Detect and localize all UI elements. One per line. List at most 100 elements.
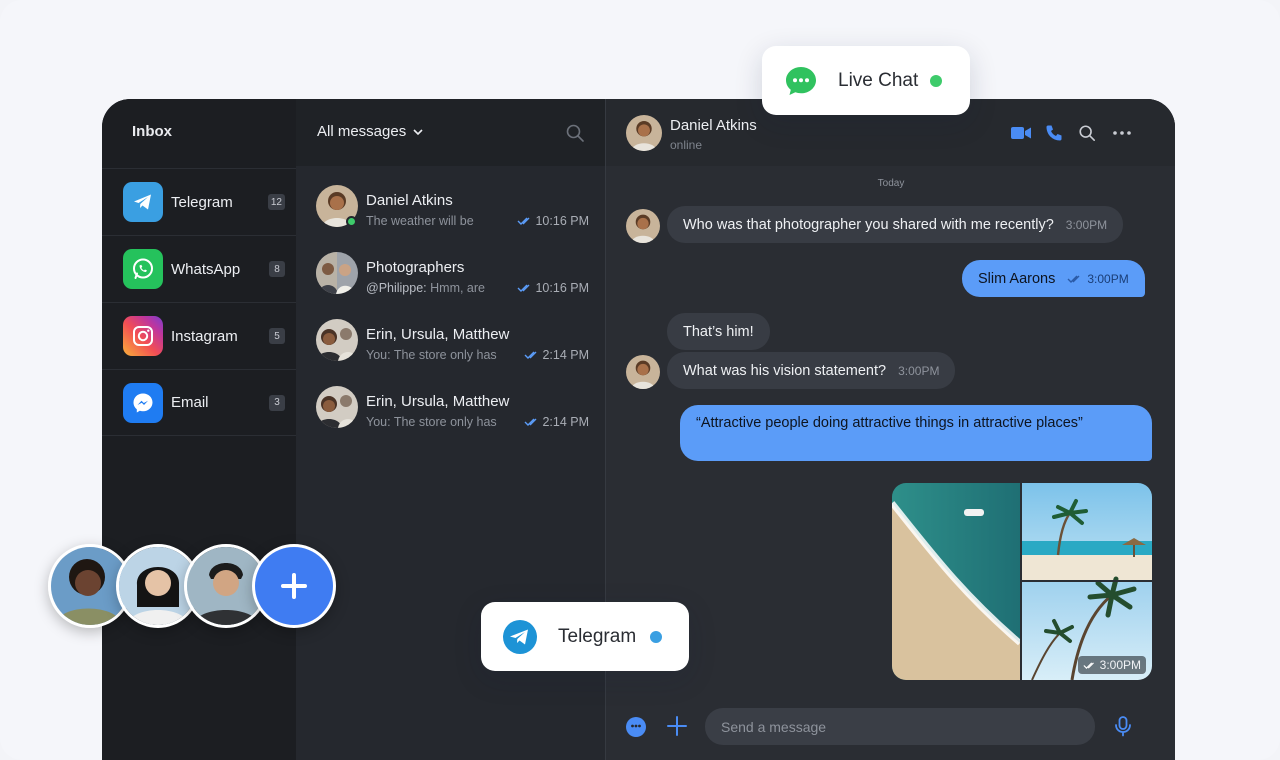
telegram-icon	[123, 182, 163, 222]
double-check-icon	[524, 351, 537, 359]
messenger-icon	[123, 382, 163, 423]
instagram-icon	[123, 316, 163, 356]
video-camera-icon	[1011, 127, 1031, 139]
conversation-name: Photographers	[366, 259, 465, 276]
preview-text: You: The store only has	[366, 348, 497, 362]
emoji-icon[interactable]	[625, 716, 647, 738]
double-check-icon	[517, 217, 530, 225]
inbox-title: Inbox	[132, 123, 172, 140]
beach-photos	[892, 483, 1152, 680]
double-check-icon	[1067, 275, 1080, 283]
conversation-name: Erin, Ursula, Matthew	[366, 393, 510, 410]
preview-text: Hmm, are	[430, 281, 485, 295]
conversation-time: 10:16 PM	[517, 281, 589, 295]
message-meta: 3:00PM	[1067, 271, 1129, 286]
incoming-message[interactable]: What was his vision statement? 3:00PM	[667, 352, 956, 389]
conversation-time: 2:14 PM	[524, 348, 589, 362]
live-chat-label: Live Chat	[838, 69, 919, 91]
outgoing-message[interactable]: “Attractive people doing attractive thin…	[680, 405, 1152, 461]
double-check-icon	[1083, 661, 1094, 669]
conversation-preview: You: The store only has	[366, 415, 497, 429]
chat-panel: Daniel Atkins online Today Who was that …	[605, 99, 1175, 760]
preview-text: The weather will be	[366, 214, 474, 228]
telegram-label: Telegram	[558, 625, 637, 647]
sidebar-item-label: Email	[171, 394, 209, 411]
incoming-message[interactable]: That’s him!	[667, 313, 770, 350]
more-options-button[interactable]	[1111, 123, 1133, 143]
conversation-item[interactable]: Photographers @Philippe: Hmm, are 10:16 …	[296, 233, 605, 300]
message-input[interactable]	[705, 708, 1095, 745]
preview-sender: @Philippe:	[366, 281, 427, 295]
avatar	[626, 355, 660, 389]
inbox-sidebar: Inbox Telegram 12 WhatsApp 8 Instagram 5	[102, 99, 296, 760]
voice-call-button[interactable]	[1043, 123, 1065, 143]
sidebar-item-whatsapp[interactable]: WhatsApp 8	[102, 235, 296, 302]
photo-collage-message[interactable]: 3:00PM	[892, 483, 1152, 680]
message-text: “Attractive people doing attractive thin…	[696, 415, 1083, 431]
preview-text: You: The store only has	[366, 415, 497, 429]
sidebar-item-label: Telegram	[171, 193, 233, 211]
more-horizontal-icon	[1113, 131, 1131, 135]
conversation-item[interactable]: Erin, Ursula, Matthew You: The store onl…	[296, 367, 605, 434]
phone-icon	[1046, 125, 1062, 141]
message-text: What was his vision statement?	[683, 362, 887, 379]
search-icon	[1079, 125, 1096, 142]
incoming-message[interactable]: Who was that photographer you shared wit…	[667, 206, 1124, 243]
message-text: That’s him!	[683, 323, 754, 340]
microphone-icon[interactable]	[1111, 714, 1135, 738]
double-check-icon	[517, 284, 530, 292]
add-member-button[interactable]	[252, 544, 336, 628]
conversation-time: 10:16 PM	[517, 214, 589, 228]
conversation-name: Erin, Ursula, Matthew	[366, 326, 510, 343]
live-chat-badge[interactable]: Live Chat	[762, 46, 970, 115]
conversation-preview: You: The store only has	[366, 348, 497, 362]
online-indicator	[346, 216, 357, 227]
conversation-item[interactable]: Daniel Atkins The weather will be 10:16 …	[296, 166, 605, 233]
outgoing-message[interactable]: Slim Aarons 3:00PM	[962, 260, 1145, 297]
message-time: 3:00PM	[1065, 217, 1108, 232]
search-icon[interactable]	[565, 123, 585, 143]
plus-icon[interactable]	[666, 715, 688, 737]
message-time: 3:00PM	[898, 363, 940, 378]
message-text: Slim Aarons	[978, 270, 1056, 287]
avatar[interactable]	[626, 115, 662, 151]
sidebar-item-label: Instagram	[171, 327, 238, 345]
avatar	[316, 319, 358, 361]
whatsapp-icon	[123, 249, 163, 289]
sidebar-item-instagram[interactable]: Instagram 5	[102, 302, 296, 369]
contact-name: Daniel Atkins	[670, 117, 757, 134]
sidebar-item-email[interactable]: Email 3	[102, 369, 296, 436]
filter-label: All messages	[317, 123, 407, 140]
chat-search-button[interactable]	[1076, 123, 1098, 143]
conversation-item[interactable]: Erin, Ursula, Matthew You: The store onl…	[296, 300, 605, 367]
photo-time-text: 3:00PM	[1099, 658, 1141, 672]
sidebar-item-telegram[interactable]: Telegram 12	[102, 168, 296, 235]
photo-meta: 3:00PM	[1077, 656, 1146, 674]
time-text: 10:16 PM	[535, 214, 589, 228]
avatar	[316, 386, 358, 428]
list-header: All messages	[296, 99, 605, 166]
telegram-badge[interactable]: Telegram	[481, 602, 689, 671]
video-call-button[interactable]	[1010, 123, 1032, 143]
double-check-icon	[524, 418, 537, 426]
message-text: Who was that photographer you shared wit…	[683, 216, 1054, 233]
avatar	[626, 209, 660, 243]
chevron-down-icon	[413, 128, 423, 135]
contact-status: online	[670, 138, 703, 152]
conversation-time: 2:14 PM	[524, 415, 589, 429]
status-dot	[650, 630, 663, 643]
message-time: 3:00PM	[1087, 271, 1129, 286]
conversation-name: Daniel Atkins	[366, 192, 453, 209]
telegram-icon	[503, 619, 537, 654]
sidebar-item-label: WhatsApp	[171, 260, 241, 278]
unread-count-badge: 3	[269, 394, 285, 411]
message-filter-dropdown[interactable]: All messages	[317, 123, 424, 140]
time-text: 2:14 PM	[542, 348, 589, 362]
avatar	[316, 252, 358, 294]
plus-icon	[281, 573, 307, 599]
unread-count-badge: 5	[269, 328, 285, 344]
unread-count-badge: 12	[267, 194, 285, 210]
unread-count-badge: 8	[269, 261, 285, 277]
day-divider: Today	[877, 178, 905, 189]
chat-bubble-icon	[786, 66, 816, 95]
